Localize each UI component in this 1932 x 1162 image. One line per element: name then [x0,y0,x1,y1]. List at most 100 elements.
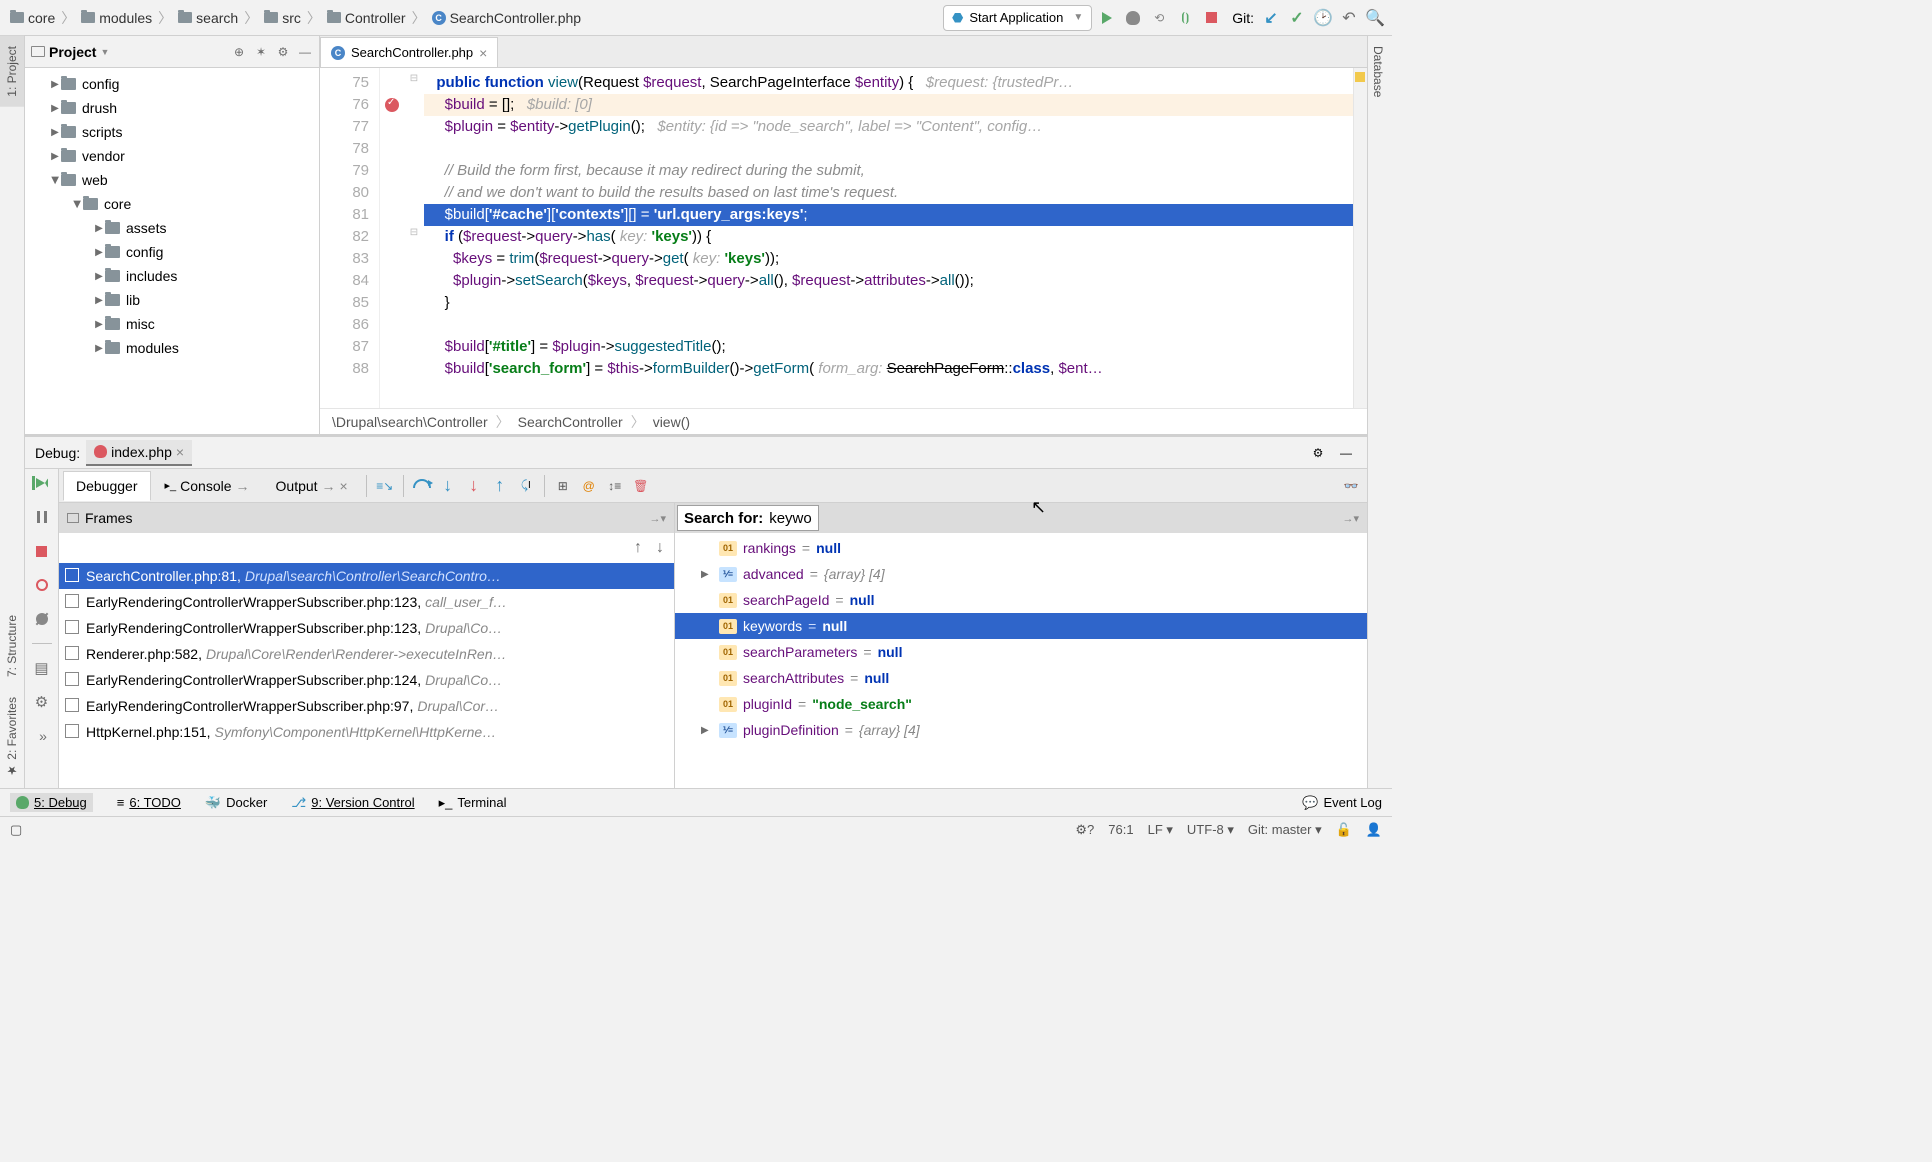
breakpoint-icon[interactable] [385,98,399,112]
tree-expand-icon[interactable]: ▶ [93,247,105,258]
variables-list[interactable]: 01rankings = null▶⅟≡advanced = {array} [… [675,533,1367,788]
frames-list[interactable]: SearchController.php:81, Drupal\search\C… [59,563,674,788]
profiler-status-icon[interactable]: ⚙? [1075,822,1094,838]
force-step-into-button[interactable]: ↓ [462,474,486,498]
show-execution-point-button[interactable]: ≡↘ [373,474,397,498]
file-encoding[interactable]: UTF-8 ▾ [1187,822,1234,838]
tree-item[interactable]: ▶core [25,192,319,216]
code-line[interactable]: if ($request->query->has( key: 'keys')) … [424,226,1353,248]
coverage-button[interactable]: ⟲ [1148,7,1170,29]
tree-expand-icon[interactable]: ▶ [93,343,105,354]
step-out-button[interactable]: ↑ [488,474,512,498]
variable-row[interactable]: 01searchParameters = null [675,639,1367,665]
caret-position[interactable]: 76:1 [1108,822,1133,837]
thread-selector-icon[interactable]: →▾ [649,512,666,525]
stop-debug-button[interactable] [32,541,52,561]
variable-row[interactable]: 01searchPageId = null [675,587,1367,613]
breadcrumb-item[interactable]: CSearchController.php [428,8,586,28]
stop-button[interactable] [1200,7,1222,29]
code-line[interactable]: $plugin = $entity->getPlugin(); $entity:… [424,116,1353,138]
code-line[interactable] [424,314,1353,336]
inspector-icon[interactable]: 👤 [1366,822,1382,838]
favorites-tool-tab[interactable]: ★2: Favorites [0,687,24,788]
run-to-cursor-button[interactable]: ⤹I [514,474,538,498]
variable-row[interactable]: ▶⅟≡pluginDefinition = {array} [4] [675,717,1367,743]
hide-debug-icon[interactable]: — [1335,442,1357,464]
tree-item[interactable]: ▶scripts [25,120,319,144]
evaluate-button[interactable]: ⊞ [551,474,575,498]
variable-row[interactable]: 01keywords = null [675,613,1367,639]
more-actions-icon[interactable]: » [32,726,52,746]
variable-row[interactable]: 01pluginId = "node_search" [675,691,1367,717]
line-number-gutter[interactable]: 7576777879808182838485868788 [320,68,380,408]
variable-row[interactable]: ▶⅟≡advanced = {array} [4] [675,561,1367,587]
code-line[interactable]: // and we don't want to build the result… [424,182,1353,204]
tree-item[interactable]: ▶vendor [25,144,319,168]
debug-button[interactable] [1122,7,1144,29]
vars-expand-icon[interactable]: →▾ [1342,512,1367,525]
variable-row[interactable]: 01searchAttributes = null [675,665,1367,691]
tree-expand-icon[interactable]: ▶ [49,103,61,114]
breakpoint-gutter[interactable] [380,68,404,408]
tree-expand-icon[interactable]: ▶ [93,319,105,330]
tree-expand-icon[interactable]: ▶ [49,79,61,90]
expand-icon[interactable]: ▶ [701,569,713,580]
tree-item[interactable]: ▶drush [25,96,319,120]
debug-session-tab[interactable]: index.php × [86,440,192,466]
breadcrumb-item[interactable]: core [6,8,59,28]
search-everywhere-button[interactable]: 🔍 [1364,7,1386,29]
stack-frame[interactable]: HttpKernel.php:151, Symfony\Component\Ht… [59,719,674,745]
tool-windows-icon[interactable]: ▢ [10,822,22,838]
view-breakpoints-button[interactable] [32,575,52,595]
tree-expand-icon[interactable]: ▶ [93,295,105,306]
expand-all-icon[interactable]: ✶ [253,44,269,60]
breadcrumb-item[interactable]: Controller [323,8,410,28]
tree-expand-icon[interactable]: ▶ [50,174,61,186]
frame-down-button[interactable]: ↓ [656,539,664,557]
database-tool-tab[interactable]: Database [1368,36,1388,107]
tree-expand-icon[interactable]: ▶ [72,198,83,210]
tree-item[interactable]: ▶assets [25,216,319,240]
stack-frame[interactable]: EarlyRenderingControllerWrapperSubscribe… [59,615,674,641]
hide-panel-icon[interactable]: — [297,44,313,60]
readonly-toggle-icon[interactable]: 🔓 [1336,822,1352,838]
tree-expand-icon[interactable]: ▶ [49,127,61,138]
history-button[interactable]: 🕑 [1312,7,1334,29]
breadcrumb-item[interactable]: search [174,8,242,28]
close-output-icon[interactable]: × [340,478,348,494]
locate-icon[interactable]: ⊕ [231,44,247,60]
fold-gutter[interactable]: ⊟⊟ [404,68,424,408]
editor-tab[interactable]: C SearchController.php × [320,37,498,67]
run-button[interactable] [1096,7,1118,29]
code-line[interactable]: $build['#title'] = $plugin->suggestedTit… [424,336,1353,358]
code-line[interactable]: $keys = trim($request->query->get( key: … [424,248,1353,270]
close-tab-icon[interactable]: × [479,45,487,61]
stack-frame[interactable]: EarlyRenderingControllerWrapperSubscribe… [59,693,674,719]
breadcrumb-item[interactable]: modules [77,8,156,28]
trash-button[interactable]: 🗑 [629,474,653,498]
tree-item[interactable]: ▶modules [25,336,319,360]
tree-item[interactable]: ▶config [25,240,319,264]
debug-tool-button[interactable]: 5: Debug [10,793,93,812]
project-tree[interactable]: ▶config▶drush▶scripts▶vendor▶web▶core▶as… [25,68,319,434]
tree-item[interactable]: ▶misc [25,312,319,336]
git-branch[interactable]: Git: master ▾ [1248,822,1322,838]
output-tab[interactable]: Output→× [264,472,360,500]
stack-frame[interactable]: Renderer.php:582, Drupal\Core\Render\Ren… [59,641,674,667]
breadcrumb-item[interactable]: src [260,8,305,28]
git-update-button[interactable]: ↙ [1260,7,1282,29]
step-into-button[interactable]: ↓ [436,474,460,498]
mute-breakpoints-button[interactable] [32,609,52,629]
code-line[interactable]: public function view(Request $request, S… [424,72,1353,94]
code-line[interactable]: // Build the form first, because it may … [424,160,1353,182]
profile-button[interactable]: ⦗⦘ [1174,7,1196,29]
code-line[interactable]: $plugin->setSearch($keys, $request->quer… [424,270,1353,292]
tree-expand-icon[interactable]: ▶ [49,151,61,162]
code-line[interactable]: $build['search_form'] = $this->formBuild… [424,358,1353,380]
code-line[interactable]: } [424,292,1353,314]
navigation-crumb[interactable]: \Drupal\search\Controller〉SearchControll… [320,408,1367,434]
variables-search-box[interactable]: Search for: keywo [677,505,819,531]
tree-item[interactable]: ▶config [25,72,319,96]
git-commit-button[interactable]: ✓ [1286,7,1308,29]
revert-button[interactable]: ↶ [1338,7,1360,29]
